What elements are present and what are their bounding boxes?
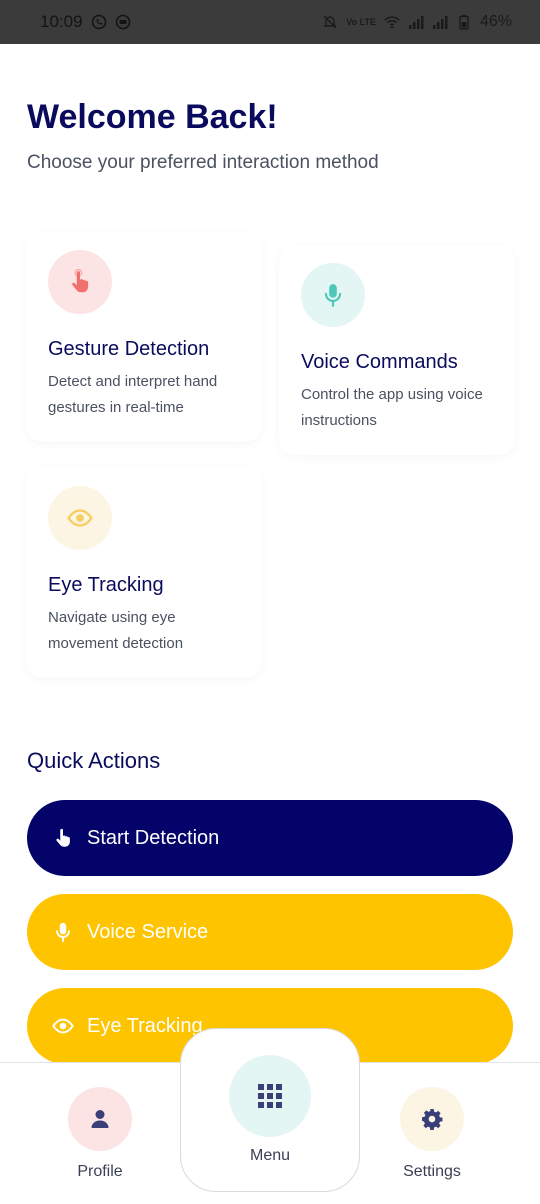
signal-icon xyxy=(408,14,424,30)
mute-icon xyxy=(322,14,338,30)
page-subtitle: Choose your preferred interaction method xyxy=(27,152,379,173)
voice-service-button[interactable]: Voice Service xyxy=(27,894,513,970)
card-description: Control the app using voice instructions xyxy=(301,386,483,429)
hand-pointer-icon xyxy=(48,250,112,314)
eye-icon xyxy=(51,1014,75,1038)
wifi-icon xyxy=(384,14,400,30)
hand-pointer-icon xyxy=(51,826,75,850)
quick-actions-heading: Quick Actions xyxy=(27,748,161,773)
person-icon xyxy=(68,1087,132,1151)
eye-icon xyxy=(48,486,112,550)
battery-icon xyxy=(456,14,472,30)
card-title: Voice Commands xyxy=(301,351,458,373)
network-type-label: Vo LTE xyxy=(346,16,376,27)
gesture-detection-card[interactable]: Gesture Detection Detect and interpret h… xyxy=(26,232,262,442)
start-detection-button[interactable]: Start Detection xyxy=(27,800,513,876)
nav-menu[interactable]: Menu xyxy=(180,1028,360,1192)
status-bar: 10:09 Vo LTE 46% xyxy=(0,0,540,44)
nav-label: Profile xyxy=(77,1163,123,1180)
microphone-icon xyxy=(301,263,365,327)
card-title: Eye Tracking xyxy=(48,574,164,596)
eye-tracking-card[interactable]: Eye Tracking Navigate using eye movement… xyxy=(26,468,262,678)
whatsapp-icon xyxy=(91,14,107,30)
button-label: Eye Tracking xyxy=(87,1014,203,1037)
signal-icon xyxy=(432,14,448,30)
card-description: Detect and interpret hand gestures in re… xyxy=(48,373,218,416)
voice-commands-card[interactable]: Voice Commands Control the app using voi… xyxy=(279,245,515,455)
grid-icon xyxy=(229,1055,311,1137)
battery-percentage: 46% xyxy=(479,13,512,30)
card-description: Navigate using eye movement detection xyxy=(48,609,184,652)
nav-label: Settings xyxy=(403,1163,461,1180)
nav-settings[interactable]: Settings xyxy=(400,1087,464,1181)
button-label: Start Detection xyxy=(87,826,220,849)
nav-label: Menu xyxy=(249,1147,291,1164)
status-time: 10:09 xyxy=(40,12,83,31)
page-title: Welcome Back! xyxy=(27,98,278,136)
microphone-icon xyxy=(51,920,75,944)
settings-app-icon xyxy=(115,14,131,30)
button-label: Voice Service xyxy=(87,920,209,943)
gear-icon xyxy=(400,1087,464,1151)
card-title: Gesture Detection xyxy=(48,338,210,360)
nav-profile[interactable]: Profile xyxy=(68,1087,132,1181)
